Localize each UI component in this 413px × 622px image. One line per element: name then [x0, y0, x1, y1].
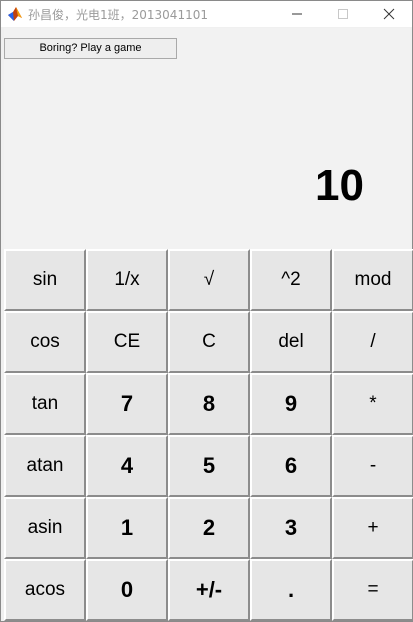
4-key[interactable]: 4	[86, 435, 168, 497]
decimal-key[interactable]: .	[250, 559, 332, 621]
6-key[interactable]: 6	[250, 435, 332, 497]
sin-key[interactable]: sin	[4, 249, 86, 311]
app-window: 孙昌俊，光电1班，2013041101 Boring? Play a game …	[0, 0, 413, 622]
multiply-key[interactable]: *	[332, 373, 413, 435]
3-key[interactable]: 3	[250, 497, 332, 559]
7-key[interactable]: 7	[86, 373, 168, 435]
2-key[interactable]: 2	[168, 497, 250, 559]
plus-key[interactable]: +	[332, 497, 413, 559]
maximize-button[interactable]	[320, 1, 366, 27]
0-key[interactable]: 0	[86, 559, 168, 621]
square-key[interactable]: ^2	[250, 249, 332, 311]
ce-key[interactable]: CE	[86, 311, 168, 373]
asin-key[interactable]: asin	[4, 497, 86, 559]
maximize-icon	[338, 9, 348, 19]
minimize-button[interactable]	[274, 1, 320, 27]
del-key[interactable]: del	[250, 311, 332, 373]
mod-key[interactable]: mod	[332, 249, 413, 311]
keypad: sin 1/x √ ^2 mod cos CE Cdel / tan 7 8 9 * atan 4 5 6- asi…	[4, 249, 413, 621]
title-bar: 孙昌俊，光电1班，2013041101	[1, 1, 412, 27]
matlab-logo-icon	[7, 6, 23, 22]
atan-key[interactable]: atan	[4, 435, 86, 497]
5-key[interactable]: 5	[168, 435, 250, 497]
c-key[interactable]: C	[168, 311, 250, 373]
play-game-button[interactable]: Boring? Play a game	[4, 38, 177, 59]
window-title: 孙昌俊，光电1班，2013041101	[28, 8, 208, 22]
close-icon	[383, 8, 395, 20]
reciprocal-key[interactable]: 1/x	[86, 249, 168, 311]
close-button[interactable]	[366, 1, 412, 27]
equals-key[interactable]: =	[332, 559, 413, 621]
negate-key[interactable]: +/-	[168, 559, 250, 621]
acos-key[interactable]: acos	[4, 559, 86, 621]
tan-key[interactable]: tan	[4, 373, 86, 435]
9-key[interactable]: 9	[250, 373, 332, 435]
minimize-icon	[292, 13, 302, 15]
sqrt-key[interactable]: √	[168, 249, 250, 311]
cos-key[interactable]: cos	[4, 311, 86, 373]
divide-key[interactable]: /	[332, 311, 413, 373]
result-display: 10	[315, 161, 364, 210]
1-key[interactable]: 1	[86, 497, 168, 559]
minus-key[interactable]: -	[332, 435, 413, 497]
calculator-panel: Boring? Play a game 10 sin 1/x √ ^2 mod cos CE…	[4, 28, 413, 621]
8-key[interactable]: 8	[168, 373, 250, 435]
